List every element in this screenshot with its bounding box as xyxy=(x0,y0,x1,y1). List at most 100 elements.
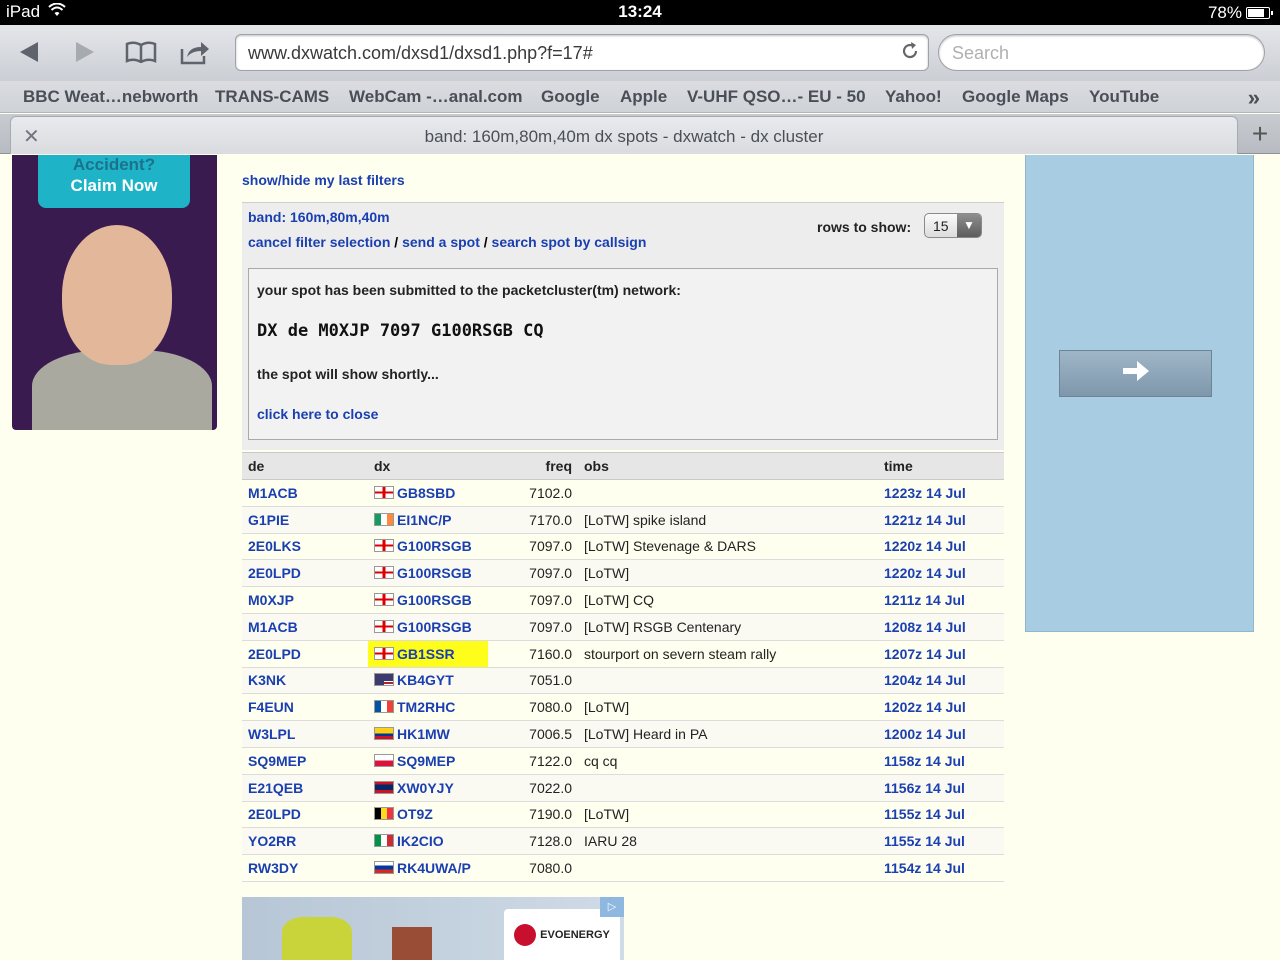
search-input[interactable] xyxy=(952,43,1242,64)
time-cell[interactable]: 1204z 14 Jul xyxy=(878,667,1004,695)
time-cell[interactable]: 1202z 14 Jul xyxy=(878,693,1004,722)
dx-callsign-cell[interactable]: TM2RHC xyxy=(368,693,488,722)
back-icon[interactable] xyxy=(12,37,46,67)
bookmark-yahoo[interactable]: Yahoo! xyxy=(885,87,942,107)
time-cell[interactable]: 1208z 14 Jul xyxy=(878,613,1004,641)
dx-callsign-cell[interactable]: IK2CIO xyxy=(368,827,488,856)
de-callsign-cell[interactable]: YO2RR xyxy=(242,827,368,856)
time-link[interactable]: 1200z 14 Jul xyxy=(884,726,966,742)
dx-callsign-link[interactable]: GB8SBD xyxy=(397,485,455,501)
dx-callsign-cell[interactable]: OT9Z xyxy=(368,801,488,829)
de-callsign-link[interactable]: E21QEB xyxy=(248,780,303,796)
address-bar[interactable]: www.dxwatch.com/dxsd1/dxsd1.php?f=17# xyxy=(235,34,929,71)
dx-callsign-cell[interactable]: GB1SSR xyxy=(368,640,488,668)
cancel-filter-link[interactable]: cancel filter selection xyxy=(248,234,390,250)
de-callsign-link[interactable]: M0XJP xyxy=(248,592,294,608)
time-cell[interactable]: 1223z 14 Jul xyxy=(878,479,1004,507)
bookmark-apple[interactable]: Apple xyxy=(620,87,667,107)
time-cell[interactable]: 1155z 14 Jul xyxy=(878,801,1004,829)
dx-callsign-cell[interactable]: XW0YJY xyxy=(368,774,488,802)
time-cell[interactable]: 1158z 14 Jul xyxy=(878,747,1004,775)
time-cell[interactable]: 1207z 14 Jul xyxy=(878,640,1004,668)
de-callsign-cell[interactable]: E21QEB xyxy=(242,774,368,802)
dx-callsign-cell[interactable]: KB4GYT xyxy=(368,667,488,695)
dx-callsign-link[interactable]: OT9Z xyxy=(397,806,433,822)
time-link[interactable]: 1220z 14 Jul xyxy=(884,565,966,581)
time-link[interactable]: 1207z 14 Jul xyxy=(884,646,966,662)
dx-callsign-link[interactable]: EI1NC/P xyxy=(397,512,451,528)
time-link[interactable]: 1208z 14 Jul xyxy=(884,619,966,635)
bookmark-trans-cams[interactable]: TRANS-CAMS xyxy=(215,87,329,107)
time-link[interactable]: 1155z 14 Jul xyxy=(884,806,965,822)
de-callsign-cell[interactable]: SQ9MEP xyxy=(242,747,368,775)
de-callsign-cell[interactable]: K3NK xyxy=(242,667,368,695)
de-callsign-cell[interactable]: M0XJP xyxy=(242,586,368,614)
dx-callsign-link[interactable]: HK1MW xyxy=(397,726,450,742)
dx-callsign-link[interactable]: XW0YJY xyxy=(397,780,454,796)
ad-left-banner[interactable]: Accident? Claim Now xyxy=(12,155,217,430)
time-link[interactable]: 1156z 14 Jul xyxy=(884,780,965,796)
de-callsign-link[interactable]: 2E0LKS xyxy=(248,538,301,554)
time-link[interactable]: 1158z 14 Jul xyxy=(884,753,965,769)
dx-callsign-cell[interactable]: HK1MW xyxy=(368,720,488,748)
time-link[interactable]: 1154z 14 Jul xyxy=(884,860,965,876)
time-link[interactable]: 1221z 14 Jul xyxy=(884,512,966,528)
de-callsign-link[interactable]: M1ACB xyxy=(248,485,298,501)
ad-bottom-banner[interactable]: EVOENERGY ▷ xyxy=(242,897,624,960)
time-link[interactable]: 1204z 14 Jul xyxy=(884,672,966,688)
bookmark-vuhf-qso[interactable]: V-UHF QSO…- EU - 50 xyxy=(687,87,866,107)
de-callsign-link[interactable]: YO2RR xyxy=(248,833,296,849)
dx-callsign-link[interactable]: IK2CIO xyxy=(397,833,444,849)
url-text[interactable]: www.dxwatch.com/dxsd1/dxsd1.php?f=17# xyxy=(248,43,593,64)
dx-callsign-cell[interactable]: RK4UWA/P xyxy=(368,854,488,882)
ad-right-banner[interactable] xyxy=(1025,155,1254,632)
bookmark-bbc-weather[interactable]: BBC Weat…nebworth xyxy=(23,87,198,107)
send-spot-link[interactable]: send a spot xyxy=(402,234,480,250)
dx-callsign-cell[interactable]: G100RSGB xyxy=(368,533,488,561)
close-notice-link[interactable]: click here to close xyxy=(257,406,378,422)
band-link[interactable]: band: 160m,80m,40m xyxy=(248,209,390,225)
bookmark-google[interactable]: Google xyxy=(541,87,600,107)
de-callsign-cell[interactable]: 2E0LKS xyxy=(242,533,368,561)
dx-callsign-cell[interactable]: G100RSGB xyxy=(368,586,488,614)
de-callsign-link[interactable]: M1ACB xyxy=(248,619,298,635)
time-link[interactable]: 1220z 14 Jul xyxy=(884,538,966,554)
dx-callsign-link[interactable]: GB1SSR xyxy=(397,646,455,662)
de-callsign-link[interactable]: RW3DY xyxy=(248,860,298,876)
share-icon[interactable] xyxy=(178,37,212,67)
de-callsign-link[interactable]: 2E0LPD xyxy=(248,646,301,662)
dx-callsign-link[interactable]: G100RSGB xyxy=(397,592,472,608)
search-spot-link[interactable]: search spot by callsign xyxy=(492,234,647,250)
dx-callsign-cell[interactable]: EI1NC/P xyxy=(368,506,488,534)
more-bookmarks-icon[interactable]: » xyxy=(1248,85,1260,111)
de-callsign-cell[interactable]: 2E0LPD xyxy=(242,559,368,588)
rows-select[interactable]: 15 ▼ xyxy=(924,213,982,238)
de-callsign-link[interactable]: W3LPL xyxy=(248,726,295,742)
ad-arrow-button[interactable] xyxy=(1059,350,1212,397)
show-hide-filters-link[interactable]: show/hide my last filters xyxy=(242,172,405,188)
time-link[interactable]: 1202z 14 Jul xyxy=(884,699,966,715)
forward-icon[interactable] xyxy=(68,37,102,67)
de-callsign-cell[interactable]: 2E0LPD xyxy=(242,801,368,829)
time-cell[interactable]: 1200z 14 Jul xyxy=(878,720,1004,748)
time-cell[interactable]: 1220z 14 Jul xyxy=(878,559,1004,588)
de-callsign-link[interactable]: K3NK xyxy=(248,672,286,688)
dx-callsign-link[interactable]: TM2RHC xyxy=(397,699,455,715)
dx-callsign-link[interactable]: SQ9MEP xyxy=(397,753,455,769)
reload-icon[interactable] xyxy=(900,41,920,67)
de-callsign-cell[interactable]: M1ACB xyxy=(242,479,368,507)
dx-callsign-cell[interactable]: GB8SBD xyxy=(368,479,488,507)
de-callsign-link[interactable]: SQ9MEP xyxy=(248,753,306,769)
bookmarks-icon[interactable] xyxy=(124,37,158,67)
de-callsign-cell[interactable]: F4EUN xyxy=(242,693,368,722)
time-cell[interactable]: 1156z 14 Jul xyxy=(878,774,1004,802)
bookmark-youtube[interactable]: YouTube xyxy=(1089,87,1159,107)
dx-callsign-cell[interactable]: SQ9MEP xyxy=(368,747,488,775)
de-callsign-link[interactable]: F4EUN xyxy=(248,699,294,715)
de-callsign-cell[interactable]: W3LPL xyxy=(242,720,368,748)
de-callsign-link[interactable]: G1PIE xyxy=(248,512,289,528)
dx-callsign-cell[interactable]: G100RSGB xyxy=(368,559,488,588)
de-callsign-cell[interactable]: RW3DY xyxy=(242,854,368,882)
time-cell[interactable]: 1221z 14 Jul xyxy=(878,506,1004,534)
de-callsign-cell[interactable]: G1PIE xyxy=(242,506,368,534)
